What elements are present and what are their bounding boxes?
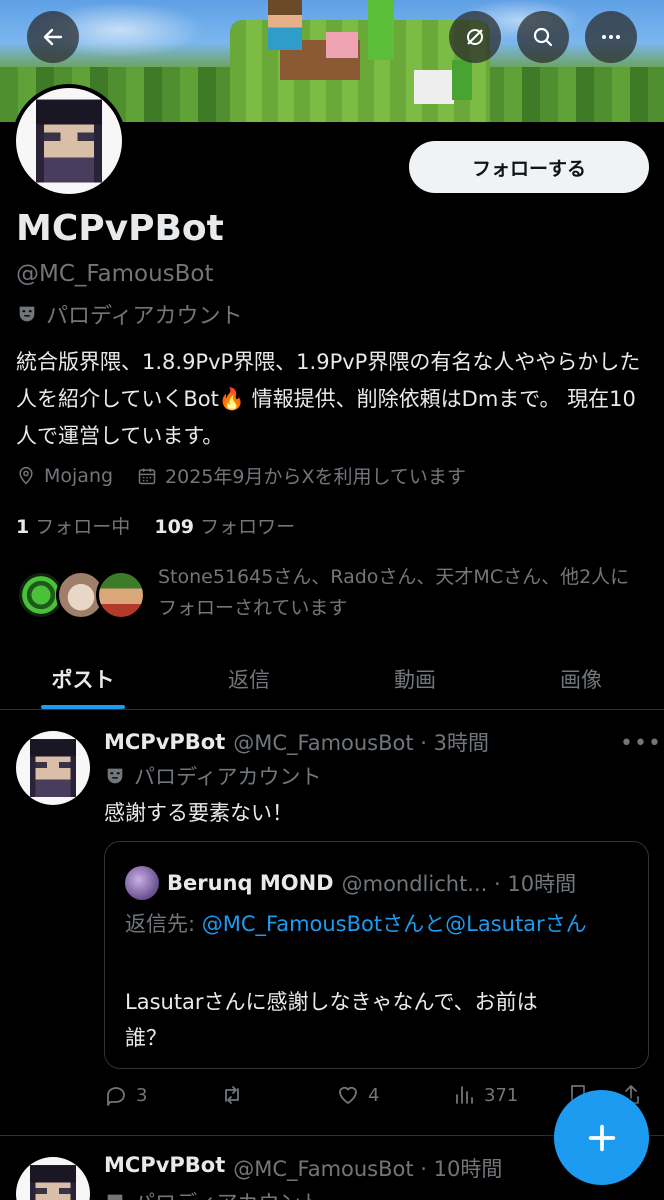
reply-suffix: さん xyxy=(544,912,587,936)
tab-images[interactable]: 画像 xyxy=(498,648,664,709)
reply-mid: さんと xyxy=(382,912,446,936)
quote-avatar xyxy=(125,866,159,900)
tweet-author-name[interactable]: MCPvPBot xyxy=(104,1153,225,1183)
more-icon xyxy=(602,35,620,39)
notifications-button[interactable] xyxy=(449,11,501,63)
banner-sheep xyxy=(414,70,454,104)
profile-avatar[interactable] xyxy=(12,84,126,198)
followed-by-avatars[interactable] xyxy=(16,562,146,622)
back-arrow-icon xyxy=(43,28,63,46)
quote-header: Berunq MOND @mondlicht... · 10時間 xyxy=(125,866,576,900)
reply-button[interactable]: 3 xyxy=(104,1083,147,1107)
mask-icon xyxy=(19,306,35,322)
more-options-button[interactable] xyxy=(585,11,637,63)
back-button[interactable] xyxy=(27,11,79,63)
avatar-image xyxy=(16,88,122,194)
tweet-parody-text: パロディアカウント xyxy=(134,765,322,789)
location-text: Mojang xyxy=(44,464,114,487)
reply-user-link[interactable]: @MC_FamousBot xyxy=(202,912,382,936)
tweet-text: 感謝する要素ない！ xyxy=(104,801,293,825)
avatar-stack xyxy=(16,562,146,622)
analytics-icon xyxy=(456,1086,473,1104)
pixel-face-icon xyxy=(35,99,103,183)
tweet-header: MCPvPBot @MC_FamousBot · 3時間 xyxy=(104,727,489,757)
tweet-avatar[interactable] xyxy=(16,1157,90,1200)
tweet-handle-time: @MC_FamousBot · 3時間 xyxy=(233,731,489,755)
reply-icon xyxy=(107,1087,125,1106)
reply-user-link[interactable]: @Lasutar xyxy=(445,912,545,936)
pixel-face-icon xyxy=(29,1165,77,1200)
quote-text: Lasutarさんに感謝しなきゃなんで、お前は誰？ xyxy=(125,990,538,1050)
quoted-tweet[interactable]: Berunq MOND @mondlicht... · 10時間 返信先: @M… xyxy=(104,841,649,1069)
views-button[interactable]: 371 xyxy=(452,1083,518,1107)
tweet-handle-time: @MC_FamousBot · 10時間 xyxy=(233,1157,503,1181)
heart-icon xyxy=(339,1086,357,1104)
followed-by-text[interactable]: Stone51645さん、Radoさん、天才MCさん、他2人にフォローされていま… xyxy=(158,562,648,624)
tweet-parody-label: パロディアカウント xyxy=(104,761,322,791)
follow-stats: 1 フォロー中 109 フォロワー xyxy=(16,512,313,539)
tab-videos[interactable]: 動画 xyxy=(332,648,498,709)
tweet-parody-label: パロディアカウント xyxy=(104,1187,322,1200)
no-notifications-icon xyxy=(467,29,483,45)
tweet[interactable]: MCPvPBot @MC_FamousBot · 3時間 ••• パロディアカウ… xyxy=(0,711,664,1136)
followers-label: フォロワー xyxy=(200,516,296,538)
view-count: 371 xyxy=(484,1084,519,1106)
followers-link[interactable]: 109 フォロワー xyxy=(154,516,295,538)
search-icon xyxy=(533,27,553,47)
profile-name: MCPvPBot xyxy=(16,208,224,249)
tab-posts[interactable]: ポスト xyxy=(0,648,166,709)
pixel-face-icon xyxy=(29,739,77,797)
tweet-header: MCPvPBot @MC_FamousBot · 10時間 xyxy=(104,1153,502,1183)
mask-icon xyxy=(107,768,123,784)
profile-tabs: ポスト 返信 動画 画像 xyxy=(0,648,664,710)
reply-count: 3 xyxy=(136,1084,148,1106)
retweet-button[interactable] xyxy=(220,1083,252,1107)
calendar-icon xyxy=(138,468,156,484)
join-date: 2025年9月からXを利用しています xyxy=(137,462,466,489)
following-label: フォロー中 xyxy=(35,516,131,538)
location-icon xyxy=(19,466,33,485)
quote-reply-to: 返信先: @MC_FamousBotさんと@Lasutarさん xyxy=(125,906,625,942)
followers-count: 109 xyxy=(154,516,195,538)
following-count: 1 xyxy=(16,516,30,538)
banner-character xyxy=(268,0,302,50)
retweet-icon xyxy=(225,1086,239,1104)
tweet-avatar[interactable] xyxy=(16,731,90,805)
banner-character xyxy=(368,0,394,60)
mask-icon xyxy=(107,1194,123,1200)
profile-bio: 統合版界隈、1.8.9PvP界隈、1.9PvP界隈の有名な人ややらかした人を紹介… xyxy=(16,350,641,448)
follower-avatar xyxy=(96,570,146,620)
location: Mojang xyxy=(16,465,113,487)
parody-label: パロディアカウント xyxy=(16,298,242,330)
banner-character xyxy=(452,60,472,100)
tweet-author-name[interactable]: MCPvPBot xyxy=(104,730,225,754)
tab-replies[interactable]: 返信 xyxy=(166,648,332,709)
plus-icon xyxy=(588,1124,615,1151)
like-count: 4 xyxy=(368,1084,380,1106)
tweet-parody-text: パロディアカウント xyxy=(134,1187,322,1200)
banner-pig xyxy=(326,32,358,58)
profile-handle: @MC_FamousBot xyxy=(16,261,214,287)
like-button[interactable]: 4 xyxy=(336,1083,379,1107)
quote-author-name: Berunq MOND xyxy=(167,871,334,895)
reply-prefix: 返信先: xyxy=(125,912,202,936)
search-button[interactable] xyxy=(517,11,569,63)
follow-button[interactable]: フォローする xyxy=(409,141,649,193)
join-date-text: 2025年9月からXを利用しています xyxy=(165,466,466,488)
profile-meta: Mojang 2025年9月からXを利用しています xyxy=(16,462,490,489)
tweet-more-button[interactable]: ••• xyxy=(620,731,662,756)
parody-label-text: パロディアカウント xyxy=(46,304,243,329)
quote-handle-time: @mondlicht... · 10時間 xyxy=(341,872,577,896)
compose-button[interactable] xyxy=(554,1090,649,1185)
following-link[interactable]: 1 フォロー中 xyxy=(16,516,130,538)
